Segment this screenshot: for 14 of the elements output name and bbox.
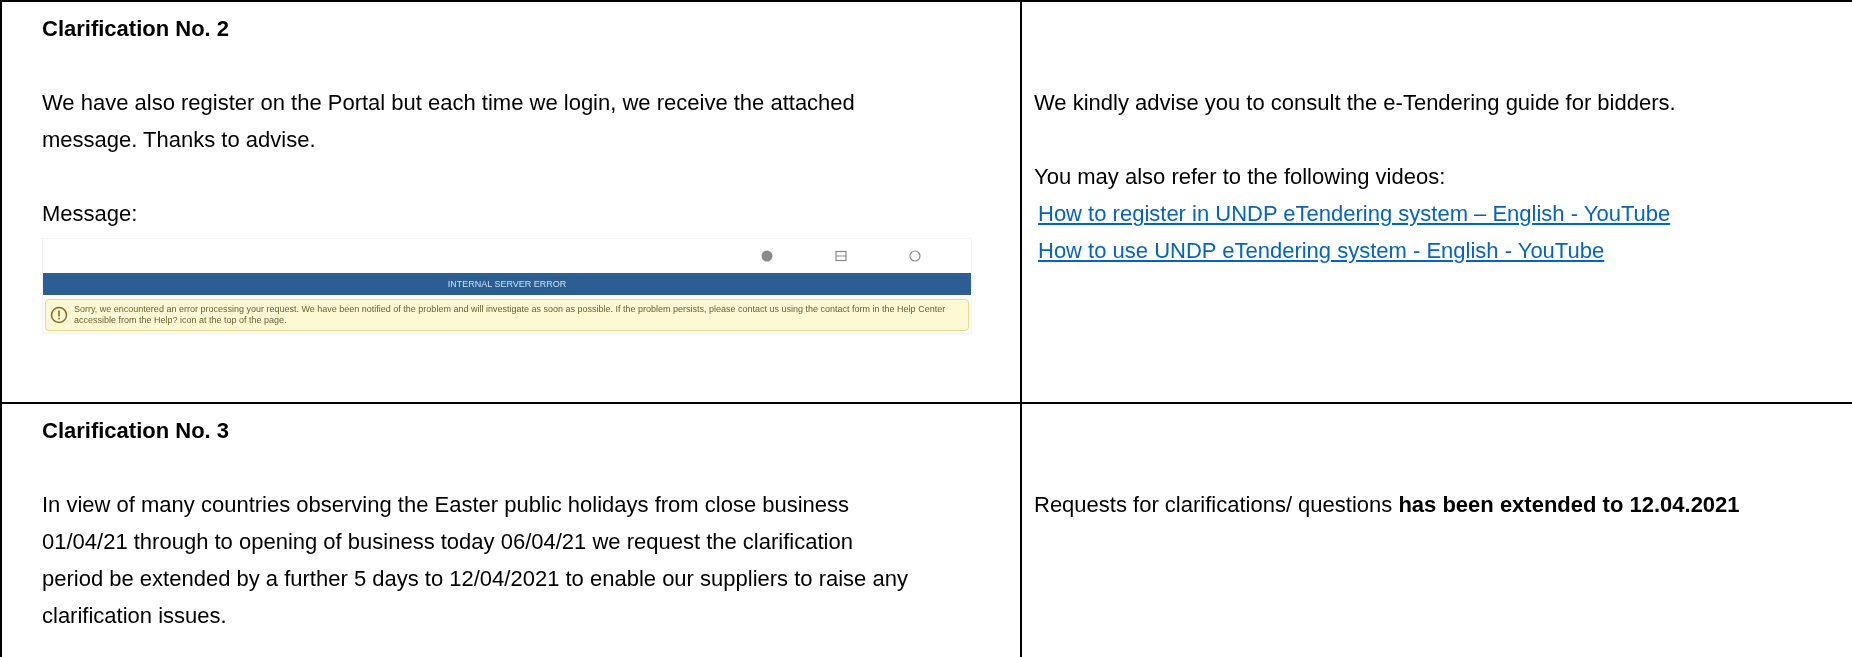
question-text: We have also register on the Portal but each time we login, we receive the attached message. Thanks to advise. xyxy=(42,89,856,154)
clarification-heading: Clarification No. 2 xyxy=(42,15,231,43)
clarification-heading: Clarification No. 3 xyxy=(42,417,231,445)
error-message: Sorry, we encountered an error processing your request. We have been notified of the problem and will investigate as soon as possible. If the problem persists, please contact us using the contact form in the Help Center accessible from the Help? icon at the top of the page. xyxy=(74,304,947,326)
inbox-icon xyxy=(835,250,847,262)
video-link[interactable]: How to use UNDP eTendering system - English - YouTube xyxy=(1038,238,1605,263)
warning-icon xyxy=(50,306,68,324)
video-link[interactable]: How to register in UNDP eTendering system – English - YouTube xyxy=(1038,201,1671,226)
message-label: Message: xyxy=(42,200,139,228)
answer-text: We kindly advise you to consult the e-Tendering guide for bidders. xyxy=(1034,89,1677,117)
answer-text: Requests for clarifications/ questions has been extended to 12.04.2021 xyxy=(1034,491,1741,519)
answer-text: You may also refer to the following videos: xyxy=(1034,163,1447,191)
error-banner: INTERNAL SERVER ERROR xyxy=(43,273,971,295)
question-text: In view of many countries observing the Easter public holidays from close business 01/04/21 through to opening of business today 06/04/21 we request the clarification period be extended by a further 5 days to 12/04/2021 to enable our suppliers to raise any clarification issues. xyxy=(42,491,909,630)
